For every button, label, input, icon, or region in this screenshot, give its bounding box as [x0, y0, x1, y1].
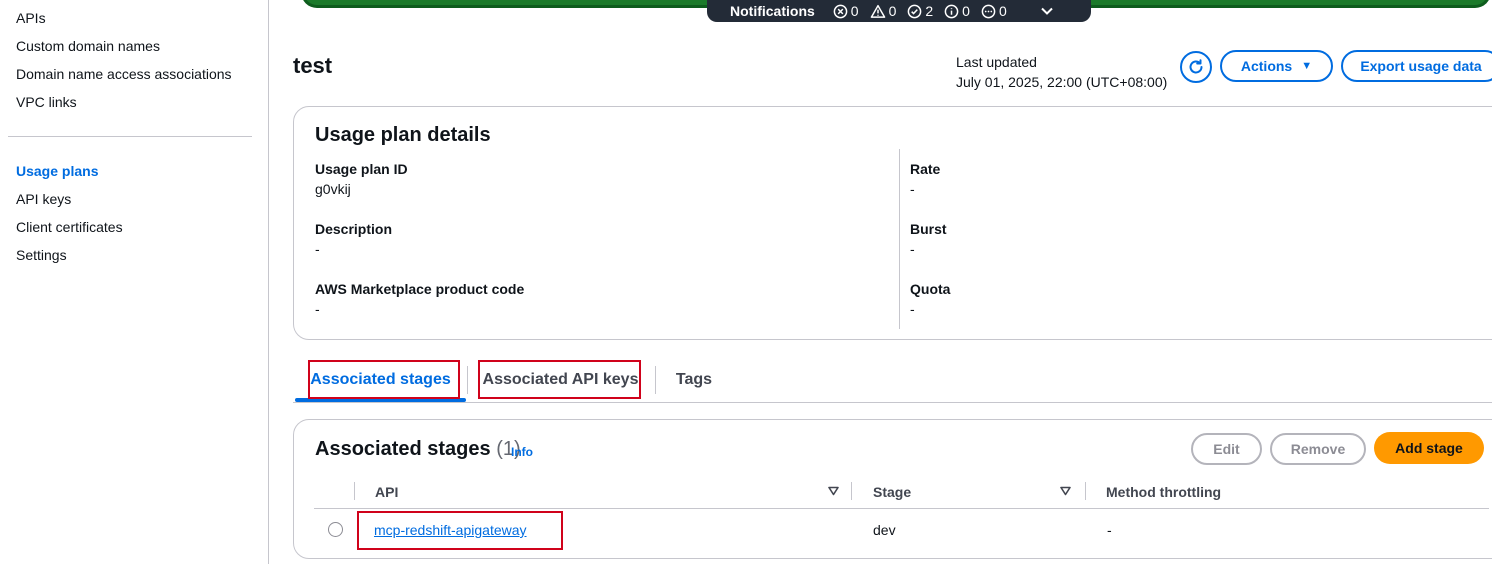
actions-button[interactable]: Actions ▼: [1220, 50, 1333, 82]
success-count: 2: [925, 3, 934, 19]
marketplace-code-value: -: [315, 301, 320, 317]
notif-info-count: 0: [944, 3, 970, 19]
usage-plan-details-panel: Usage plan details Usage plan ID g0vkij …: [293, 106, 1492, 340]
usage-plan-id-value: g0vkij: [315, 181, 351, 197]
notif-progress-count: 0: [981, 3, 1007, 19]
row-select-radio[interactable]: [328, 522, 343, 537]
warning-icon: [870, 4, 885, 18]
refresh-button[interactable]: [1180, 51, 1212, 83]
tab-separator: [655, 366, 656, 394]
tab-separator: [467, 366, 468, 394]
side-navigation: APIs Custom domain names Domain name acc…: [0, 0, 269, 564]
stage-cell: dev: [873, 522, 896, 538]
method-throttling-cell: -: [1107, 522, 1112, 538]
column-separator: [1085, 482, 1086, 500]
sort-down-icon[interactable]: [1060, 486, 1071, 496]
tab-tags[interactable]: Tags: [667, 358, 721, 402]
edit-button[interactable]: Edit: [1191, 433, 1262, 465]
nav-item-api-keys[interactable]: API keys: [16, 189, 71, 209]
burst-value: -: [910, 241, 915, 257]
details-title: Usage plan details: [315, 124, 491, 146]
notif-error-count: 0: [833, 3, 859, 19]
column-header-api[interactable]: API: [375, 482, 398, 502]
tab-associated-stages[interactable]: Associated stages: [295, 358, 466, 402]
column-divider: [899, 149, 900, 329]
info-link[interactable]: Info: [511, 445, 533, 459]
notif-success-count: 2: [907, 3, 933, 19]
rate-label: Rate: [910, 161, 941, 177]
rate-value: -: [910, 181, 915, 197]
actions-label: Actions: [1240, 58, 1293, 74]
description-label: Description: [315, 221, 393, 237]
caret-down-icon: ▼: [1301, 60, 1313, 72]
associated-stages-panel: Associated stages (1) Info Edit Remove A…: [293, 419, 1492, 559]
error-icon: [833, 4, 848, 18]
export-usage-data-button[interactable]: Export usage data: [1341, 50, 1492, 82]
progress-count: 0: [998, 3, 1007, 19]
api-link[interactable]: mcp-redshift-apigateway: [374, 520, 527, 540]
nav-item-client-certificates[interactable]: Client certificates: [16, 217, 123, 237]
notifications-label: Notifications: [730, 3, 815, 19]
nav-item-custom-domain-names[interactable]: Custom domain names: [16, 36, 160, 56]
refresh-icon: [1189, 59, 1203, 74]
column-separator: [354, 482, 355, 500]
nav-divider: [8, 136, 252, 137]
quota-value: -: [910, 301, 915, 317]
quota-label: Quota: [910, 281, 951, 297]
stages-title-text: Associated stages: [315, 438, 491, 460]
tab-associated-api-keys[interactable]: Associated API keys: [478, 358, 643, 402]
nav-item-usage-plans[interactable]: Usage plans: [16, 161, 98, 181]
page-title: test: [293, 53, 333, 78]
column-header-stage[interactable]: Stage: [873, 482, 911, 502]
main-content: Notifications 0 0 2 0 0 test Last update…: [269, 0, 1492, 564]
nav-item-apis[interactable]: APIs: [16, 8, 46, 28]
tabs: Associated stages Associated API keys Ta…: [293, 358, 1492, 404]
nav-item-domain-name-access-associations[interactable]: Domain name access associations: [16, 64, 232, 84]
column-header-method-throttling: Method throttling: [1106, 484, 1222, 500]
sort-down-icon[interactable]: [828, 486, 839, 496]
notif-warning-count: 0: [870, 3, 897, 19]
last-updated-label: Last updated: [956, 54, 1037, 70]
info-count: 0: [962, 3, 970, 19]
column-separator: [851, 482, 852, 500]
success-icon: [908, 4, 922, 18]
table-header-divider: [314, 508, 1489, 509]
info-icon: [944, 4, 959, 18]
nav-item-settings[interactable]: Settings: [16, 245, 67, 265]
marketplace-code-label: AWS Marketplace product code: [315, 281, 525, 297]
nav-item-vpc-links[interactable]: VPC links: [16, 92, 77, 112]
last-updated: Last updated July 01, 2025, 22:00 (UTC+0…: [956, 52, 1167, 92]
error-count: 0: [850, 3, 859, 19]
description-value: -: [315, 241, 320, 257]
warning-count: 0: [888, 3, 897, 19]
notifications-bar[interactable]: Notifications 0 0 2 0 0: [707, 0, 1091, 22]
remove-button[interactable]: Remove: [1270, 433, 1366, 465]
add-stage-button[interactable]: Add stage: [1374, 432, 1484, 464]
last-updated-value: July 01, 2025, 22:00 (UTC+08:00): [956, 74, 1168, 90]
usage-plan-id-label: Usage plan ID: [315, 161, 408, 177]
in-progress-icon: [981, 4, 996, 18]
burst-label: Burst: [910, 221, 947, 237]
stages-title: Associated stages (1): [315, 438, 521, 461]
chevron-down-icon[interactable]: [1040, 6, 1054, 16]
tabs-baseline: [293, 402, 1492, 403]
